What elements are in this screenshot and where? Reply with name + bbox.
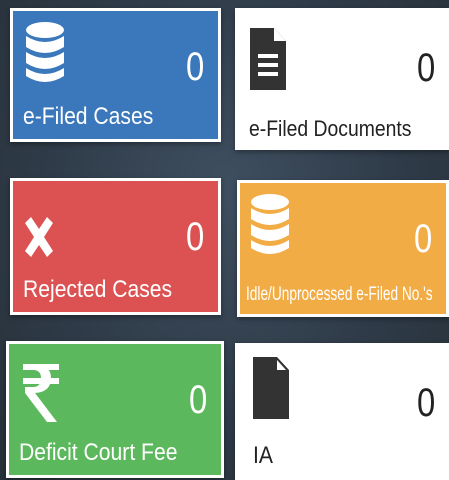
tile-ia[interactable]: 0 IA bbox=[235, 343, 449, 480]
tile-count: 0 bbox=[185, 45, 204, 89]
database-icon bbox=[250, 193, 290, 262]
rupee-icon bbox=[23, 364, 59, 427]
tile-count: 0 bbox=[416, 381, 435, 425]
database-icon bbox=[25, 21, 65, 90]
tile-count: 0 bbox=[185, 215, 204, 259]
tile-count: 0 bbox=[413, 217, 432, 261]
close-icon bbox=[23, 217, 55, 262]
file-icon bbox=[253, 357, 289, 424]
tile-label: e-Filed Documents bbox=[249, 116, 412, 141]
tile-count: 0 bbox=[416, 46, 435, 90]
tile-label: e-Filed Cases bbox=[23, 103, 154, 130]
tile-efiled-cases[interactable]: 0 e-Filed Cases bbox=[10, 8, 221, 142]
tile-label: Idle/Unprocessed e-Filed No.'s bbox=[246, 284, 433, 305]
tile-deficit-court-fee[interactable]: 0 Deficit Court Fee bbox=[6, 341, 224, 478]
tile-efiled-documents[interactable]: 0 e-Filed Documents bbox=[235, 8, 449, 150]
tile-label: Rejected Cases bbox=[23, 276, 173, 303]
tile-count: 0 bbox=[188, 378, 207, 422]
tile-idle-unprocessed[interactable]: 0 Idle/Unprocessed e-Filed No.'s bbox=[237, 180, 449, 317]
tile-label: Deficit Court Fee bbox=[19, 439, 178, 466]
file-text-icon bbox=[250, 28, 286, 95]
tile-rejected-cases[interactable]: 0 Rejected Cases bbox=[10, 178, 221, 315]
tile-label: IA bbox=[253, 442, 273, 469]
